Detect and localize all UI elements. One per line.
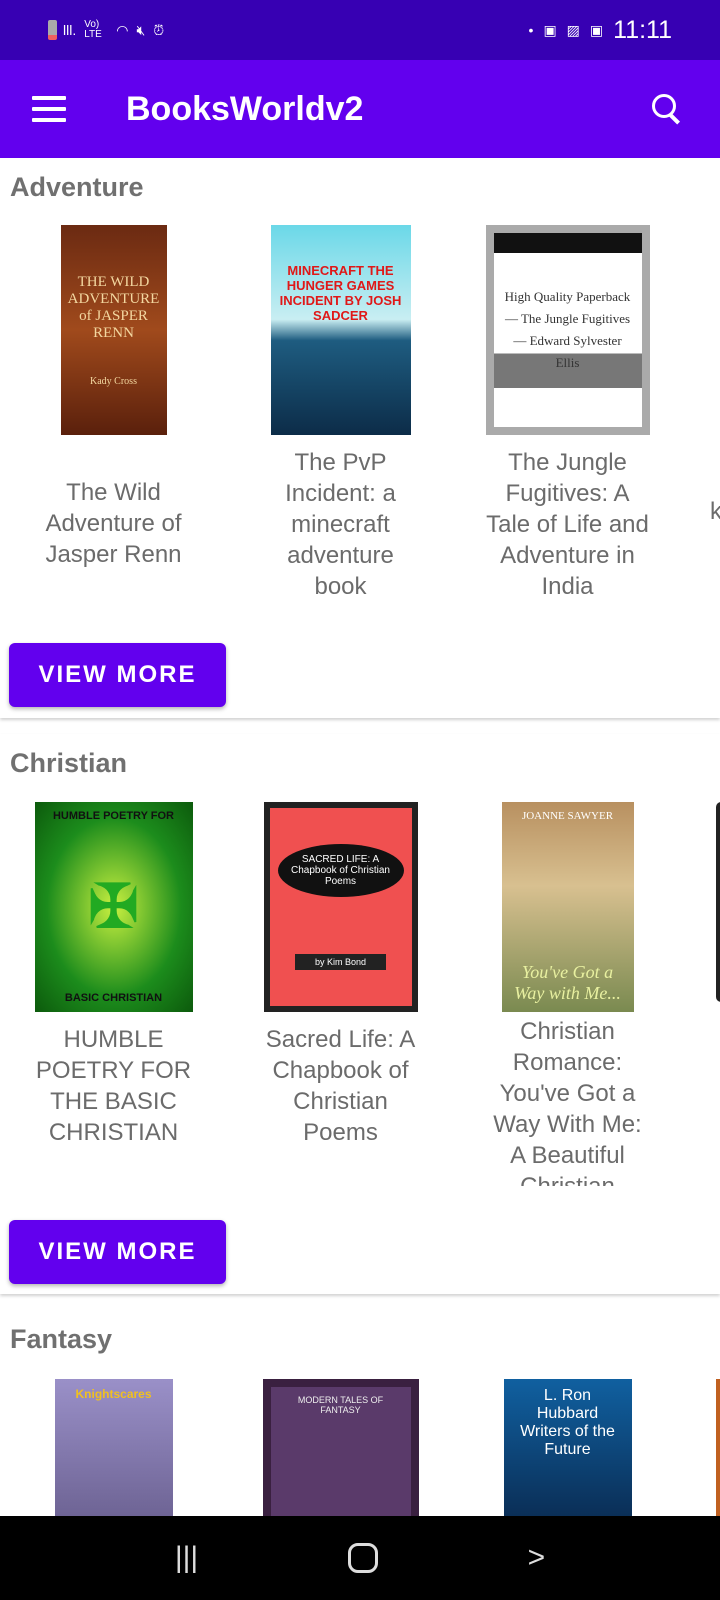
image-icon: ▨ [566,21,580,38]
navigation-bar: ||| > [0,1516,720,1600]
book-cover[interactable]: SACRED LIFE: A Chapbook of Christian Poe… [263,802,418,1012]
mute-icon: 🔇︎ [136,21,146,38]
menu-icon[interactable] [32,96,66,122]
section-title: Fantasy [10,1324,113,1354]
book-title: Christian Romance: You've Got a Way With… [493,1018,642,1186]
app-title: BooksWorldv2 [126,89,364,128]
clock: 11:11 [613,15,672,44]
wifi-icon: ◠ [116,21,129,38]
back-button[interactable]: > [528,1541,546,1575]
view-more-button[interactable]: VIEW MORE [9,1220,226,1284]
partial-book-cover[interactable] [716,1379,720,1529]
book-title: The Wild Adventure of Jasper Renn [45,479,182,568]
outlook-icon: ▣ [589,21,604,38]
book-item[interactable]: JOANNE SAWYER You've Got a Way with Me...… [454,802,681,1186]
book-item[interactable]: MINECRAFT THE HUNGER GAMES INCIDENT BY J… [227,225,454,602]
section-christian: Christian HUMBLE POETRY FOR ✠ BASIC CHRIST… [0,734,720,1294]
book-item[interactable]: THE WILD ADVENTURE of JASPER RENN Kady Cr… [0,225,227,570]
book-item[interactable]: Knightscares [0,1379,227,1529]
search-icon[interactable] [650,92,684,126]
section-fantasy: Fantasy Knightscares MODERN TALES OF FAN… [0,1310,720,1529]
outlook-icon: ▣ [543,21,557,38]
book-item[interactable]: SACRED LIFE: A Chapbook of Christian Poe… [227,802,454,1148]
view-more-button[interactable]: VIEW MORE [9,643,226,707]
book-item[interactable]: High Quality Paperback — The Jungle Fugi… [454,225,681,602]
section-title: Adventure [10,172,144,202]
book-cover[interactable]: High Quality Paperback — The Jungle Fugi… [485,225,650,435]
book-cover[interactable]: MODERN TALES OF FANTASY [262,1379,419,1529]
book-item[interactable]: MODERN TALES OF FANTASY [227,1379,454,1529]
partial-book-title: k [710,498,720,525]
book-cover[interactable]: Knightscares [54,1379,173,1529]
recent-apps-button[interactable]: ||| [175,1541,198,1575]
alarm-icon: ⏰︎ [153,21,165,38]
book-title: The Jungle Fugitives: A Tale of Life and… [486,449,649,600]
partial-book-cover[interactable] [716,802,720,1002]
book-item[interactable]: HUMBLE POETRY FOR ✠ BASIC CHRISTIAN HUMBLE… [0,802,227,1148]
status-bar: lll. Vo) LTE ◠ 🔇︎ ⏰︎ • ▣ ▨ ▣ 11:11 [0,0,720,60]
volte-icon: Vo) LTE [84,19,102,40]
book-cover[interactable]: MINECRAFT THE HUNGER GAMES INCIDENT BY J… [270,225,411,435]
signal-icon: lll. [63,22,77,38]
section-title: Christian [10,748,128,778]
book-item[interactable]: L. Ron Hubbard Writers of the Future [454,1379,681,1529]
book-title: The PvP Incident: a minecraft adventure … [285,449,396,600]
home-button[interactable] [347,1543,378,1573]
book-cover[interactable]: L. Ron Hubbard Writers of the Future [503,1379,632,1529]
book-title: HUMBLE POETRY FOR THE BASIC CHRISTIAN [35,1026,192,1146]
app-bar: BooksWorldv2 [0,60,720,158]
book-cover[interactable]: THE WILD ADVENTURE of JASPER RENN Kady Cr… [60,225,167,435]
book-cover[interactable]: HUMBLE POETRY FOR ✠ BASIC CHRISTIAN [34,802,193,1012]
book-cover[interactable]: JOANNE SAWYER You've Got a Way with Me... [501,802,634,1012]
battery-icon [48,20,57,40]
book-cover-text: High Quality Paperback — The Jungle Fugi… [504,289,631,370]
section-adventure: Adventure THE WILD ADVENTURE of JASPER R… [0,158,720,718]
dot-icon: • [528,22,534,38]
book-title: Sacred Life: A Chapbook of Christian Poe… [265,1026,416,1146]
